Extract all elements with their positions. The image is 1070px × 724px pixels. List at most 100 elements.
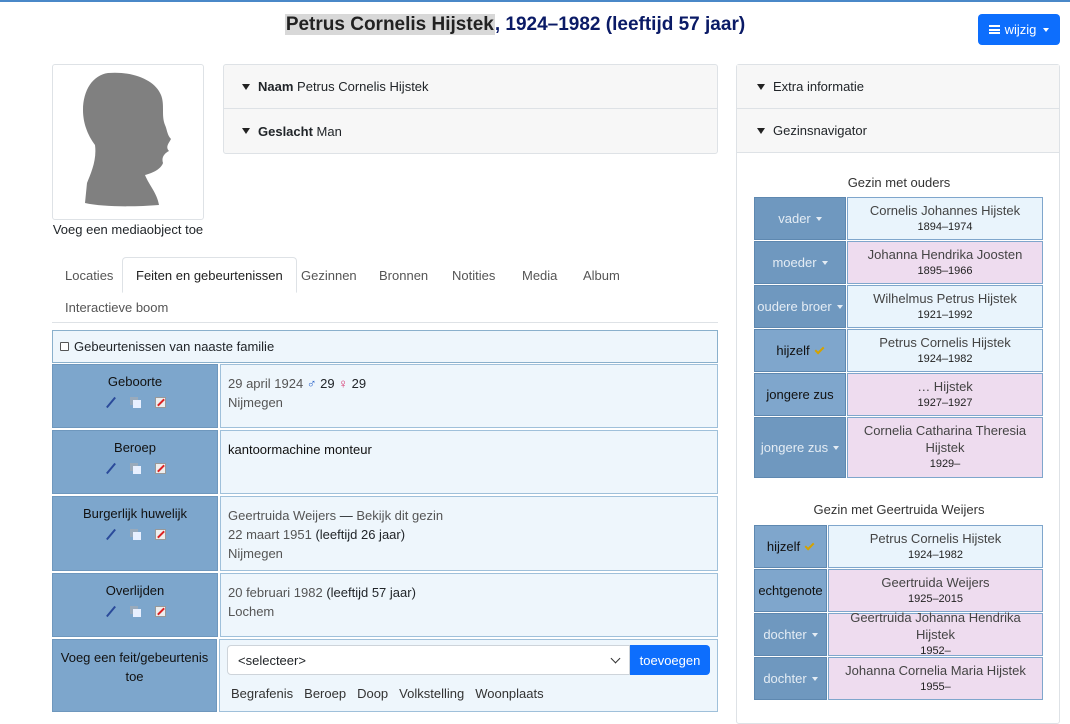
- copy-icon[interactable]: [129, 606, 141, 617]
- fact-label: Geboorte: [52, 364, 218, 428]
- page-title: Petrus Cornelis Hijstek, 1924–1982 (leef…: [0, 14, 1030, 36]
- person-dates: 1895–1966: [917, 264, 973, 277]
- copy-icon[interactable]: [129, 397, 141, 408]
- tab-gezinnen[interactable]: Gezinnen: [288, 257, 370, 293]
- sex-row[interactable]: Geslacht Man: [224, 109, 717, 153]
- role-label-box: jongere zus: [754, 373, 846, 416]
- person-dates: 1894–1974: [917, 220, 973, 233]
- extra-info-header[interactable]: Extra informatie: [737, 65, 1059, 109]
- role-self: hijzelf: [754, 329, 846, 372]
- chevron-down-icon: [610, 653, 621, 663]
- family-navigator-header[interactable]: Gezinsnavigator: [737, 109, 1059, 153]
- fact-row-occupation: Beroep kantoormachine monteur: [52, 430, 718, 494]
- family-title: Gezin met ouders: [847, 175, 951, 190]
- name-value: Petrus Cornelis Hijstek: [297, 79, 429, 94]
- death-place[interactable]: Lochem: [228, 602, 710, 621]
- role-dropdown[interactable]: dochter: [754, 613, 827, 656]
- role-label-box: echtgenote: [754, 569, 827, 612]
- death-age: (leeftijd 57 jaar): [326, 585, 416, 600]
- delete-icon[interactable]: [154, 463, 166, 474]
- person-name: Cornelia Catharina Theresia Hijstek: [863, 423, 1027, 455]
- fact-value: kantoormachine monteur: [220, 430, 718, 494]
- tab-locaties[interactable]: Locaties: [52, 257, 126, 293]
- extra-info-label: Extra informatie: [773, 79, 865, 94]
- person-name: Johanna Hendrika Joosten: [867, 246, 1023, 262]
- fact-label: Beroep: [52, 430, 218, 494]
- person-name: Petrus Cornelis Hijstek: [284, 14, 495, 35]
- tab-interactieve-boom[interactable]: Interactieve boom: [52, 289, 181, 325]
- role-dropdown[interactable]: dochter: [754, 657, 827, 700]
- parents-family: Gezin met ouders vader Cornelis Johannes…: [754, 175, 1044, 479]
- dash: —: [339, 508, 353, 523]
- silhouette-photo[interactable]: [52, 64, 204, 220]
- tab-feiten[interactable]: Feiten en gebeurtenissen: [122, 257, 297, 293]
- role-dropdown[interactable]: oudere broer: [754, 285, 846, 328]
- male-icon: ♂: [306, 376, 317, 391]
- tab-bronnen[interactable]: Bronnen: [366, 257, 441, 293]
- role-label: vader: [778, 211, 811, 226]
- quick-add-census[interactable]: Volkstelling: [399, 684, 464, 703]
- top-border: [0, 0, 1070, 2]
- fact-row-death: Overlijden 20 februari 1982 (leeftijd 57…: [52, 573, 718, 637]
- quick-add-burial[interactable]: Begrafenis: [231, 684, 293, 703]
- spouse-link[interactable]: Geertruida Weijers: [228, 508, 336, 523]
- person-dates: 1924–1982: [917, 352, 973, 365]
- sex-label: Geslacht: [258, 123, 313, 139]
- tab-album[interactable]: Album: [570, 257, 633, 293]
- copy-icon[interactable]: [129, 529, 141, 540]
- add-fact-button[interactable]: toevoegen: [630, 645, 710, 675]
- role-label: jongere zus: [760, 440, 829, 455]
- caret-down-icon: [815, 216, 822, 221]
- sex-value: Man: [316, 123, 342, 139]
- name-row[interactable]: Naam Petrus Cornelis Hijstek: [224, 65, 717, 109]
- fact-row-marriage: Burgerlijk huwelijk Geertruida Weijers —…: [52, 496, 718, 571]
- death-date: 20 februari 1982: [228, 585, 323, 600]
- role-dropdown[interactable]: jongere zus: [754, 417, 846, 478]
- role-label: jongere zus: [766, 387, 834, 402]
- family-member-row: echtgenote Geertruida Weijers 1925–2015: [754, 569, 1044, 612]
- quick-add-baptism[interactable]: Doop: [357, 684, 388, 703]
- checkbox[interactable]: [60, 342, 69, 351]
- edit-icon[interactable]: [105, 606, 116, 617]
- edit-icon[interactable]: [105, 397, 116, 408]
- person-card[interactable]: Cornelis Johannes Hijstek 1894–1974: [847, 197, 1043, 240]
- marriage-place[interactable]: Nijmegen: [228, 544, 710, 563]
- caret-down-icon: [1043, 27, 1050, 32]
- person-card[interactable]: Cornelia Catharina Theresia Hijstek 1929–: [847, 417, 1043, 478]
- person-name: Johanna Cornelia Maria Hijstek: [845, 662, 1026, 678]
- edit-icon[interactable]: [105, 463, 116, 474]
- lifespan: , 1924–1982 (leeftijd 57 jaar): [494, 14, 746, 35]
- copy-icon[interactable]: [129, 463, 141, 474]
- fact-type-select[interactable]: <selecteer>: [227, 645, 630, 675]
- edit-icon[interactable]: [105, 529, 116, 540]
- person-card[interactable]: Wilhelmus Petrus Hijstek 1921–1992: [847, 285, 1043, 328]
- person-card[interactable]: … Hijstek 1927–1927: [847, 373, 1043, 416]
- quick-add-residence[interactable]: Woonplaats: [475, 684, 543, 703]
- family-events-toggle[interactable]: Gebeurtenissen van naaste familie: [52, 330, 718, 363]
- person-card[interactable]: Geertruida Johanna Hendrika Hijstek 1952–: [828, 610, 1043, 657]
- person-card[interactable]: Petrus Cornelis Hijstek 1924–1982: [828, 525, 1043, 568]
- person-card[interactable]: Johanna Cornelia Maria Hijstek 1955–: [828, 657, 1043, 700]
- quick-add-occupation[interactable]: Beroep: [304, 684, 346, 703]
- role-dropdown[interactable]: vader: [754, 197, 846, 240]
- delete-icon[interactable]: [154, 606, 166, 617]
- role-dropdown[interactable]: moeder: [754, 241, 846, 284]
- person-card[interactable]: Johanna Hendrika Joosten 1895–1966: [847, 241, 1043, 284]
- edit-menu-button[interactable]: wijzig: [978, 14, 1060, 45]
- role-label: oudere broer: [757, 299, 832, 314]
- birth-place[interactable]: Nijmegen: [228, 393, 710, 412]
- delete-icon[interactable]: [154, 529, 166, 540]
- fact-label-text: Beroep: [114, 440, 156, 455]
- role-label: hijzelf: [766, 539, 801, 554]
- caret-down-icon: [836, 304, 843, 309]
- tab-media[interactable]: Media: [509, 257, 570, 293]
- person-card[interactable]: Petrus Cornelis Hijstek 1924–1982: [847, 329, 1043, 372]
- add-media-link[interactable]: Voeg een mediaobject toe: [52, 222, 204, 237]
- marriage-date: 22 maart 1951: [228, 527, 312, 542]
- person-dates: 1927–1927: [917, 396, 973, 409]
- delete-icon[interactable]: [154, 397, 166, 408]
- tab-notities[interactable]: Notities: [439, 257, 508, 293]
- fact-label: Overlijden: [52, 573, 218, 637]
- view-family-link[interactable]: Bekijk dit gezin: [356, 508, 443, 523]
- person-card[interactable]: Geertruida Weijers 1925–2015: [828, 569, 1043, 612]
